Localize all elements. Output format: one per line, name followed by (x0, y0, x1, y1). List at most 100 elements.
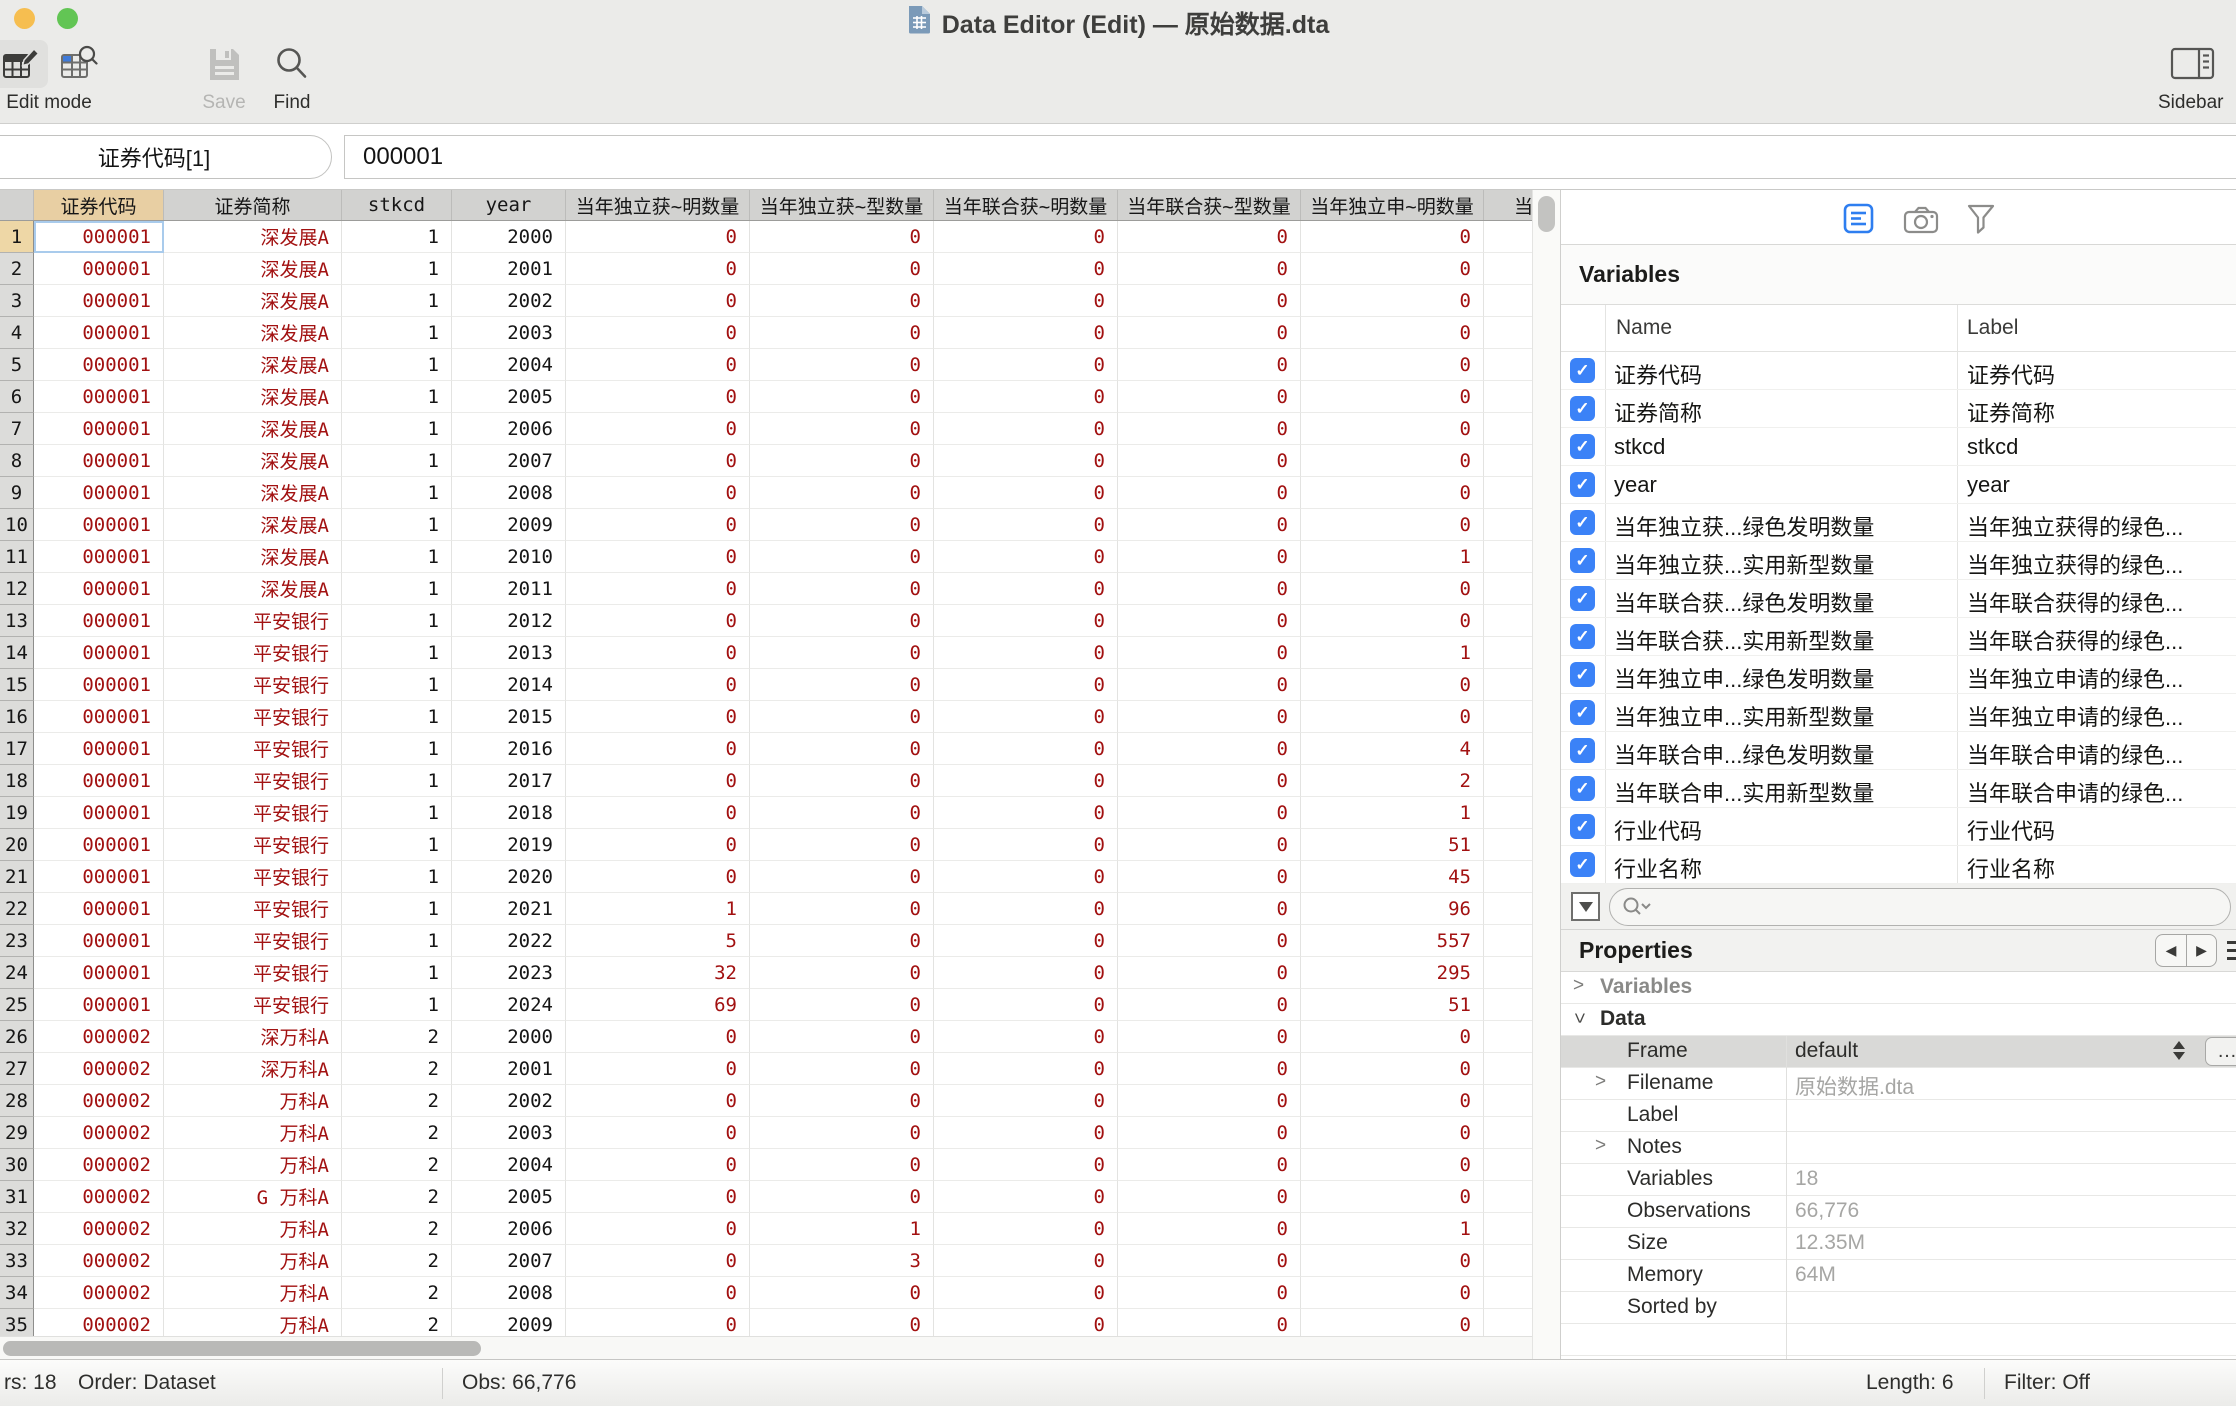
grid-cell[interactable]: 0 (566, 349, 750, 381)
grid-cell[interactable] (1484, 509, 1532, 541)
grid-cell[interactable]: 1 (342, 573, 452, 605)
grid-cell[interactable]: 0 (566, 1245, 750, 1277)
grid-cell[interactable]: 0 (750, 509, 934, 541)
grid-cell[interactable]: 0 (750, 797, 934, 829)
cell-value-input[interactable]: 000001 (344, 135, 2236, 179)
variable-row[interactable]: ✓行业名称行业名称 (1561, 846, 2236, 884)
grid-cell[interactable]: 32 (566, 957, 750, 989)
grid-cell[interactable]: 0 (1118, 285, 1301, 317)
grid-cell[interactable]: 平安银行 (164, 701, 342, 733)
grid-cell[interactable]: 0 (934, 1245, 1118, 1277)
grid-cell[interactable]: 0 (934, 381, 1118, 413)
grid-cell[interactable]: 2008 (452, 1277, 566, 1309)
chevron-right-icon[interactable]: > (1573, 975, 1584, 997)
grid-cell[interactable]: 000001 (34, 957, 164, 989)
variable-row[interactable]: ✓行业代码行业代码 (1561, 808, 2236, 846)
back-arrow-button[interactable]: ◀ (2155, 934, 2186, 967)
grid-cell[interactable]: 4 (1301, 733, 1484, 765)
property-value[interactable]: 12.35M (1795, 1231, 1865, 1255)
grid-cell[interactable]: 000001 (34, 797, 164, 829)
variable-row[interactable]: ✓stkcdstkcd (1561, 428, 2236, 466)
grid-cell[interactable]: 2019 (452, 829, 566, 861)
grid-cell[interactable]: 万科A (164, 1117, 342, 1149)
chevron-right-icon[interactable]: > (1595, 1135, 1606, 1157)
grid-cell[interactable]: 0 (1301, 509, 1484, 541)
grid-cell[interactable] (1484, 637, 1532, 669)
grid-cell[interactable]: 1 (342, 381, 452, 413)
grid-cell[interactable] (1484, 1181, 1532, 1213)
grid-cell[interactable]: 51 (1301, 989, 1484, 1021)
grid-cell[interactable]: 2021 (452, 893, 566, 925)
grid-cell[interactable]: 0 (1118, 797, 1301, 829)
grid-cell[interactable]: 45 (1301, 861, 1484, 893)
row-number[interactable]: 9 (0, 477, 34, 509)
grid-cell[interactable]: 000002 (34, 1277, 164, 1309)
grid-cell[interactable]: 2024 (452, 989, 566, 1021)
property-row[interactable]: >Variables (1561, 972, 2236, 1004)
column-header[interactable]: 当 (1484, 190, 1532, 220)
grid-cell[interactable]: 平安银行 (164, 605, 342, 637)
grid-cell[interactable]: 1 (1301, 1213, 1484, 1245)
grid-cell[interactable]: 万科A (164, 1277, 342, 1309)
edit-mode-icon[interactable] (2, 45, 40, 88)
grid-cell[interactable]: 0 (750, 765, 934, 797)
grid-cell[interactable]: 000001 (34, 637, 164, 669)
grid-cell[interactable]: 000001 (34, 733, 164, 765)
row-number[interactable]: 18 (0, 765, 34, 797)
row-number[interactable]: 22 (0, 893, 34, 925)
grid-cell[interactable]: 0 (1118, 317, 1301, 349)
variable-checkbox[interactable]: ✓ (1570, 358, 1595, 383)
grid-cell[interactable]: 000002 (34, 1181, 164, 1213)
grid-cell[interactable]: 1 (342, 669, 452, 701)
grid-cell[interactable]: 1 (342, 989, 452, 1021)
grid-cell[interactable]: 0 (750, 637, 934, 669)
property-row[interactable]: Observations66,776 (1561, 1196, 2236, 1228)
row-number[interactable]: 16 (0, 701, 34, 733)
grid-cell[interactable]: 0 (1118, 573, 1301, 605)
vertical-scrollbar-thumb[interactable] (1538, 196, 1555, 232)
grid-cell[interactable]: 0 (934, 765, 1118, 797)
variable-row[interactable]: ✓当年独立申...实用新型数量当年独立申请的绿色... (1561, 694, 2236, 732)
grid-cell[interactable]: 1 (566, 893, 750, 925)
grid-cell[interactable]: 深发展A (164, 541, 342, 573)
grid-cell[interactable]: 万科A (164, 1213, 342, 1245)
grid-cell[interactable]: 2008 (452, 477, 566, 509)
grid-cell[interactable]: 0 (566, 861, 750, 893)
grid-cell[interactable]: 000001 (34, 381, 164, 413)
grid-cell[interactable]: 0 (750, 733, 934, 765)
grid-cell[interactable]: 0 (750, 829, 934, 861)
grid-cell[interactable]: 2001 (452, 253, 566, 285)
grid-cell[interactable]: 0 (1118, 1181, 1301, 1213)
column-header[interactable]: 证券代码 (34, 190, 164, 220)
grid-cell[interactable]: 深万科A (164, 1053, 342, 1085)
grid-cell[interactable]: 51 (1301, 829, 1484, 861)
grid-cell[interactable]: 0 (566, 221, 750, 253)
chevron-right-icon[interactable]: > (1595, 1071, 1606, 1093)
grid-cell[interactable]: 深发展A (164, 349, 342, 381)
grid-cell[interactable]: 0 (1118, 1245, 1301, 1277)
grid-cell[interactable]: 0 (566, 797, 750, 829)
property-row[interactable]: >Data (1561, 1004, 2236, 1036)
column-header[interactable]: 当年独立申~明数量 (1301, 190, 1484, 220)
grid-cell[interactable]: 0 (1118, 1213, 1301, 1245)
grid-cell[interactable]: 0 (934, 1149, 1118, 1181)
grid-cell[interactable]: 0 (1118, 605, 1301, 637)
row-number[interactable]: 32 (0, 1213, 34, 1245)
grid-cell[interactable]: 0 (566, 445, 750, 477)
row-number[interactable]: 11 (0, 541, 34, 573)
grid-cell[interactable]: 2018 (452, 797, 566, 829)
grid-cell[interactable]: 0 (566, 1085, 750, 1117)
grid-cell[interactable] (1484, 349, 1532, 381)
grid-cell[interactable]: 0 (566, 1021, 750, 1053)
grid-cell[interactable]: 2020 (452, 861, 566, 893)
grid-cell[interactable]: 1 (342, 861, 452, 893)
grid-cell[interactable]: 0 (1301, 1117, 1484, 1149)
grid-cell[interactable]: 0 (750, 285, 934, 317)
grid-cell[interactable]: 0 (934, 221, 1118, 253)
grid-cell[interactable]: 0 (566, 1149, 750, 1181)
grid-cell[interactable]: 2 (342, 1021, 452, 1053)
grid-cell[interactable]: 1 (1301, 637, 1484, 669)
grid-cell[interactable]: 2002 (452, 1085, 566, 1117)
grid-cell[interactable]: 0 (1301, 1149, 1484, 1181)
grid-cell[interactable]: 0 (1118, 829, 1301, 861)
